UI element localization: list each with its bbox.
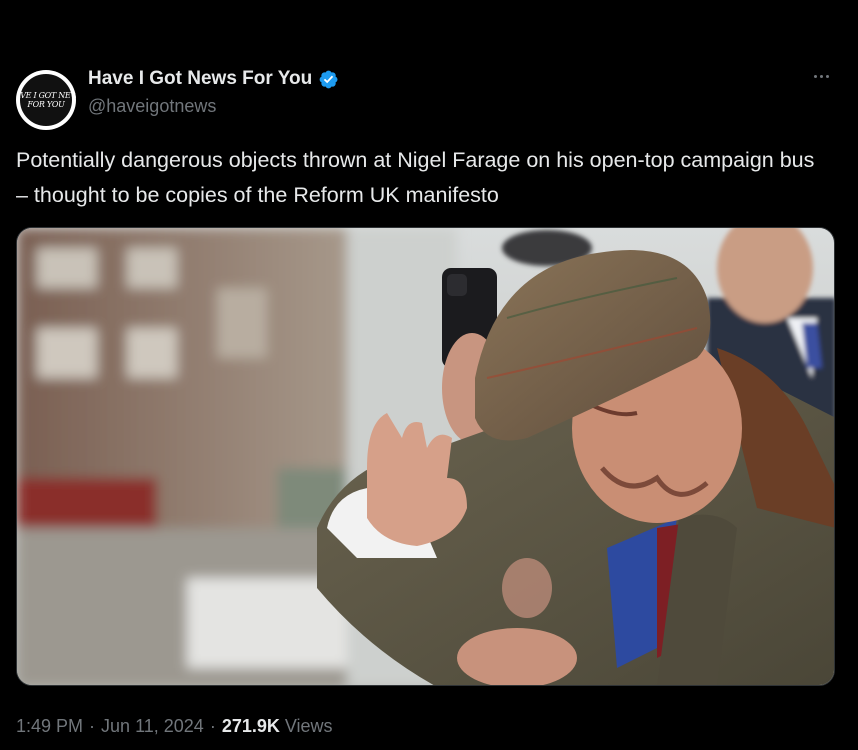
account-handle[interactable]: @haveigotnews (88, 96, 216, 117)
meta-separator: · (89, 715, 96, 736)
account-avatar[interactable]: HAVE I GOT NEWS FOR YOU (16, 70, 76, 130)
tweet-text: Potentially dangerous objects thrown at … (16, 148, 815, 207)
more-dot-icon (825, 74, 829, 78)
tweet: HAVE I GOT NEWS FOR YOU Have I Got News … (0, 0, 858, 750)
avatar-logo-line-2: FOR YOU (27, 100, 65, 109)
more-dot-icon (813, 74, 817, 78)
more-dot-icon (819, 74, 823, 78)
account-display-name[interactable]: Have I Got News For You (88, 68, 312, 90)
photo-farage-on-campaign-bus (17, 228, 834, 685)
name-row: Have I Got News For You (88, 66, 339, 92)
views-label: Views (284, 715, 333, 736)
tweet-time[interactable]: 1:49 PM (16, 716, 83, 737)
tweet-meta: 1:49 PM · Jun 11, 2024 · 271.9K Views (16, 713, 333, 739)
avatar-logo: HAVE I GOT NEWS FOR YOU (16, 72, 76, 128)
more-options-icon[interactable] (806, 66, 836, 86)
meta-separator: · (209, 715, 216, 736)
views-count: 271.9K (221, 715, 280, 736)
avatar-logo-line-1: HAVE I GOT NEWS (16, 91, 76, 100)
verified-badge-icon[interactable] (318, 69, 339, 90)
tweet-date[interactable]: Jun 11, 2024 (101, 716, 204, 737)
tweet-photo[interactable] (16, 227, 835, 686)
